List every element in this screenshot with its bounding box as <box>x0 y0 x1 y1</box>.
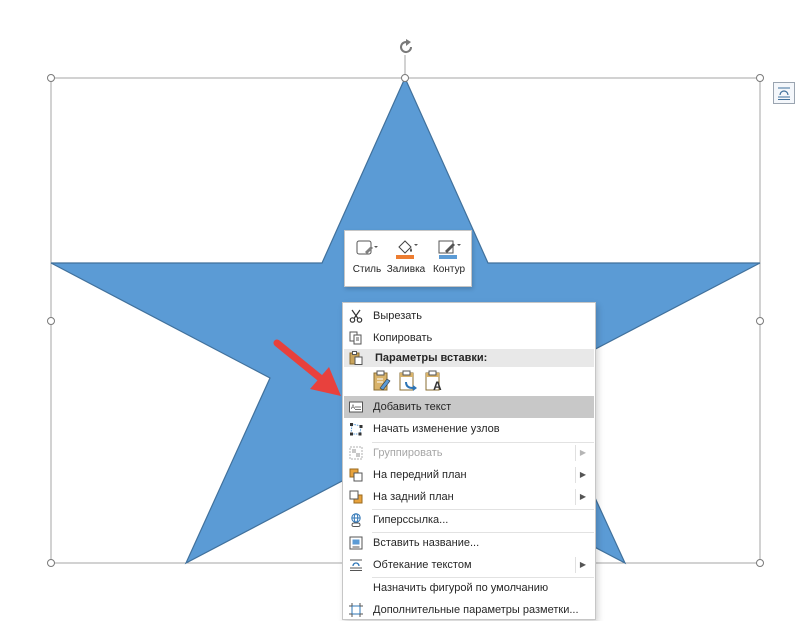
menu-item-label: Добавить текст <box>373 401 452 413</box>
menu-item-copy[interactable]: Копировать <box>344 327 594 349</box>
menu-item-label: Вставить название... <box>373 537 480 549</box>
paste-keep-formatting-icon[interactable] <box>372 370 392 392</box>
menu-item-label: Вырезать <box>373 310 422 322</box>
resize-handle-left[interactable] <box>47 317 55 325</box>
text-box-icon: A <box>349 401 363 413</box>
edit-points-icon <box>350 423 363 436</box>
menu-item-add-text[interactable]: A Добавить текст <box>344 396 594 418</box>
fill-button[interactable]: Заливка <box>386 234 426 284</box>
menu-item-send-backward[interactable]: На задний план ▶ <box>344 486 594 508</box>
paste-options-label: Параметры вставки: <box>375 352 488 364</box>
submenu-divider <box>575 557 576 573</box>
paste-merge-icon[interactable] <box>398 370 418 392</box>
send-backward-icon <box>349 490 363 504</box>
group-icon <box>349 446 363 460</box>
outline-button[interactable]: Контур <box>429 234 469 284</box>
paste-icon <box>349 351 363 365</box>
bring-forward-icon <box>349 468 363 482</box>
menu-item-insert-caption[interactable]: Вставить название... <box>344 532 594 554</box>
resize-handle-top[interactable] <box>401 74 409 82</box>
menu-item-label: На задний план <box>373 491 454 503</box>
submenu-divider <box>575 489 576 505</box>
menu-item-label: Начать изменение узлов <box>373 423 500 435</box>
submenu-arrow-icon: ▶ <box>579 492 586 501</box>
menu-item-label: Назначить фигурой по умолчанию <box>373 582 549 594</box>
submenu-divider <box>575 467 576 483</box>
layout-options-icon <box>349 603 363 617</box>
wrap-text-icon <box>350 559 362 571</box>
style-label: Стиль <box>352 264 382 275</box>
menu-item-bring-forward[interactable]: На передний план ▶ <box>344 464 594 486</box>
fill-label: Заливка <box>386 264 426 275</box>
resize-handle-top-right[interactable] <box>756 74 764 82</box>
paint-bucket-icon <box>396 240 418 259</box>
hyperlink-icon <box>351 513 361 527</box>
menu-item-cut[interactable]: Вырезать <box>344 305 594 327</box>
paste-text-only-icon[interactable]: A <box>424 370 444 393</box>
context-menu: Вырезать Копировать Параметры вставки: A… <box>342 302 596 620</box>
menu-item-edit-points[interactable]: Начать изменение узлов <box>344 418 594 440</box>
outline-pen-icon <box>438 240 461 259</box>
menu-item-label: Дополнительные параметры разметки... <box>373 604 579 616</box>
layout-options-icon <box>778 87 790 100</box>
menu-item-label: На передний план <box>373 469 467 481</box>
mini-toolbar: Стиль Заливка Контур <box>344 230 472 287</box>
caption-icon <box>349 536 363 550</box>
submenu-arrow-icon: ▶ <box>579 560 586 569</box>
svg-text:A: A <box>351 405 355 411</box>
resize-handle-top-left[interactable] <box>47 74 55 82</box>
menu-item-wrap-text[interactable]: Обтекание текстом ▶ <box>344 554 594 576</box>
svg-text:A: A <box>433 379 442 392</box>
resize-handle-bottom-left[interactable] <box>47 559 55 567</box>
resize-handle-bottom-right[interactable] <box>756 559 764 567</box>
menu-item-more-layout-options[interactable]: Дополнительные параметры разметки... <box>344 599 594 621</box>
menu-item-hyperlink[interactable]: Гиперссылка... <box>344 509 594 531</box>
menu-item-group: Группировать ▶ <box>344 442 594 464</box>
menu-item-label: Гиперссылка... <box>373 514 449 526</box>
resize-handle-right[interactable] <box>756 317 764 325</box>
rotate-handle-icon[interactable] <box>396 37 416 57</box>
layout-options-button[interactable] <box>773 82 795 104</box>
scissors-icon <box>349 309 363 323</box>
menu-item-label: Группировать <box>373 447 443 459</box>
shape-style-icon <box>356 240 378 255</box>
menu-item-set-default-shape[interactable]: Назначить фигурой по умолчанию <box>344 577 594 599</box>
outline-label: Контур <box>432 264 466 275</box>
submenu-arrow-icon: ▶ <box>579 470 586 479</box>
copy-icon <box>349 331 362 345</box>
submenu-divider <box>575 445 576 461</box>
menu-item-label: Копировать <box>373 332 433 344</box>
submenu-arrow-icon: ▶ <box>579 448 586 457</box>
paste-options-header: Параметры вставки: <box>344 349 594 367</box>
style-button[interactable]: Стиль <box>347 234 387 284</box>
menu-item-label: Обтекание текстом <box>373 559 472 571</box>
